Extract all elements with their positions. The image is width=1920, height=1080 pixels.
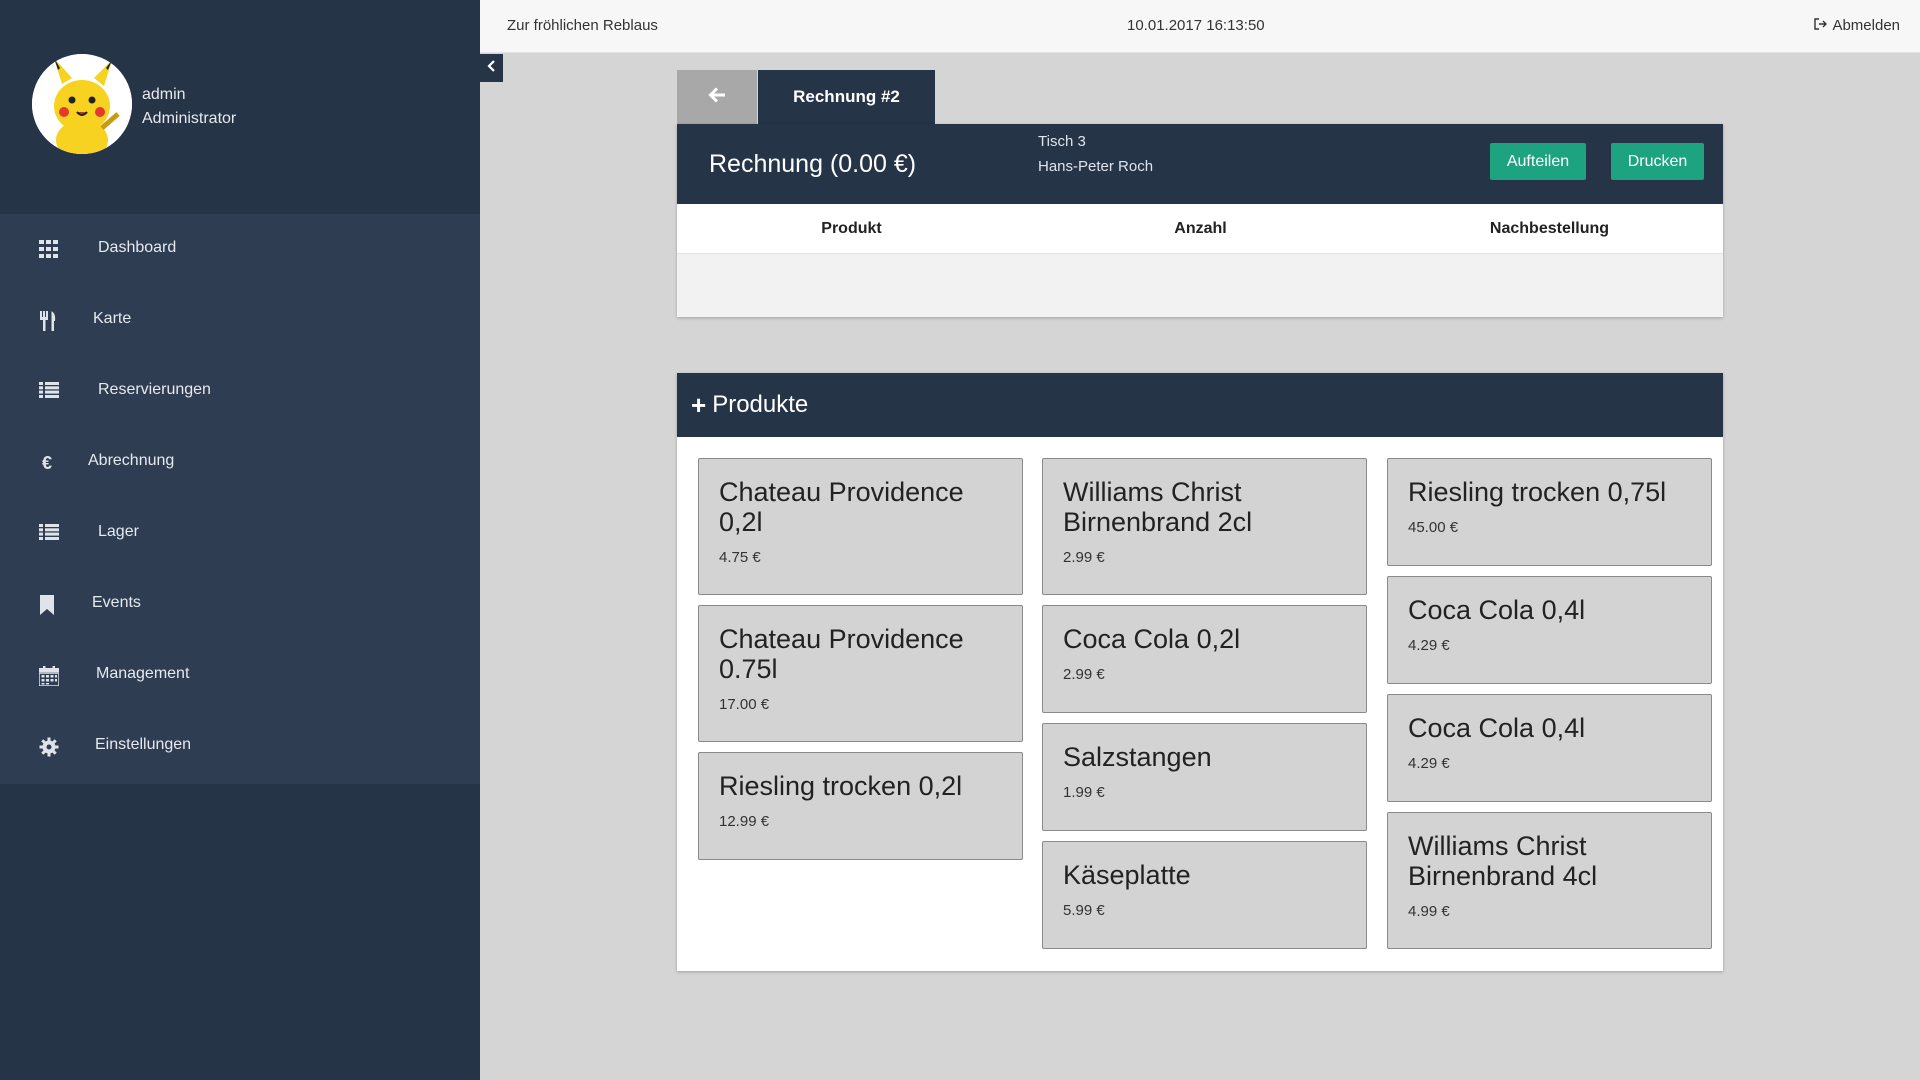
user-profile: admin Administrator [0,0,480,214]
product-card[interactable]: Riesling trocken 0,75l 45.00 € [1387,458,1712,566]
chevron-left-icon [486,59,497,77]
list-icon [39,382,61,402]
product-name: Riesling trocken 0,75l [1408,477,1667,507]
product-name: Coca Cola 0,2l [1063,624,1241,654]
sidebar-item-einstellungen[interactable]: Einstellungen [0,711,480,782]
logout-icon [1814,17,1828,34]
product-price: 5.99 € [1063,902,1105,919]
column-header-quantity: Anzahl [1174,220,1227,237]
products-header: + Produkte [677,373,1723,437]
sidebar-collapse-button[interactable] [480,54,503,82]
cutlery-icon [39,311,61,331]
invoice-table: Tisch 3 [1038,133,1086,150]
sidebar-item-label: Lager [98,523,139,540]
restaurant-name: Zur fröhlichen Reblaus [507,17,658,34]
user-role: Administrator [142,110,237,127]
product-card[interactable]: Coca Cola 0,4l 4.29 € [1387,694,1712,802]
top-bar: Zur fröhlichen Reblaus 10.01.2017 16:13:… [480,0,1920,53]
product-column: Williams Christ Birnenbrand 2cl 2.99 € C… [1042,458,1367,959]
euro-icon: € [41,453,52,473]
logout-button[interactable]: Abmelden [1814,17,1900,34]
logout-label: Abmelden [1832,17,1900,34]
list-icon [39,524,61,544]
sidebar-nav: Dashboard Karte Reservierungen € Abrechn… [0,214,480,784]
datetime: 10.01.2017 16:13:50 [1127,17,1265,34]
invoice-table-header: Produkt Anzahl Nachbestellung [677,204,1723,254]
tab-invoice[interactable]: Rechnung #2 [758,70,935,124]
sidebar-item-label: Reservierungen [98,381,211,398]
sidebar-item-label: Management [96,665,190,682]
product-column: Chateau Providence 0,2l 4.75 € Chateau P… [698,458,1023,870]
plus-icon: + [691,390,707,420]
product-card[interactable]: Williams Christ Birnenbrand 2cl 2.99 € [1042,458,1367,595]
product-name: Salzstangen [1063,742,1212,772]
invoice-header: Rechnung (0.00 €) Tisch 3 Hans-Peter Roc… [677,124,1723,204]
sidebar-item-label: Abrechnung [88,452,175,469]
product-price: 12.99 € [719,813,770,830]
calendar-icon [39,666,61,686]
split-button[interactable]: Aufteilen [1490,143,1586,180]
product-price: 4.29 € [1408,637,1450,654]
sidebar-item-label: Dashboard [98,239,177,256]
sidebar-item-label: Events [92,594,141,611]
product-price: 45.00 € [1408,519,1459,536]
products-panel: + Produkte Chateau Providence 0,2l 4.75 … [677,373,1723,971]
product-name: Coca Cola 0,4l [1408,713,1586,743]
sidebar-item-label: Einstellungen [95,736,192,753]
product-name: Coca Cola 0,4l [1408,595,1586,625]
bookmark-icon [39,595,61,615]
gear-icon [39,737,61,757]
sidebar-item-management[interactable]: Management [0,640,480,711]
product-card[interactable]: Williams Christ Birnenbrand 4cl 4.99 € [1387,812,1712,949]
arrow-left-icon [708,86,726,108]
product-name: Riesling trocken 0,2l [719,771,963,801]
invoice-panel: Rechnung (0.00 €) Tisch 3 Hans-Peter Roc… [677,124,1723,317]
sidebar-item-events[interactable]: Events [0,569,480,640]
product-name: Chateau Providence 0,2l [719,477,964,537]
sidebar-item-abrechnung[interactable]: € Abrechnung [0,427,480,498]
column-header-reorder: Nachbestellung [1489,220,1610,237]
product-card[interactable]: Coca Cola 0,4l 4.29 € [1387,576,1712,684]
product-name: Käseplatte [1063,860,1191,890]
user-name: admin [142,86,186,103]
product-name: Chateau Providence 0.75l [719,624,964,684]
product-card[interactable]: Coca Cola 0,2l 2.99 € [1042,605,1367,713]
products-title: Produkte [712,391,809,418]
print-button[interactable]: Drucken [1611,143,1704,180]
product-card[interactable]: Chateau Providence 0.75l 17.00 € [698,605,1023,742]
product-card[interactable]: Salzstangen 1.99 € [1042,723,1367,831]
sidebar-item-karte[interactable]: Karte [0,285,480,356]
sidebar-item-reservierungen[interactable]: Reservierungen [0,356,480,427]
sidebar-item-lager[interactable]: Lager [0,498,480,569]
product-price: 4.75 € [719,549,761,566]
product-name: Williams Christ Birnenbrand 2cl [1063,477,1253,537]
product-price: 4.99 € [1408,903,1450,920]
product-price: 1.99 € [1063,784,1105,801]
invoice-title: Rechnung (0.00 €) [709,150,917,178]
invoice-guest: Hans-Peter Roch [1038,158,1154,175]
grid-icon [39,240,61,260]
back-tab[interactable] [677,70,757,124]
avatar [32,54,132,154]
sidebar-item-label: Karte [93,310,132,327]
product-column: Riesling trocken 0,75l 45.00 € Coca Cola… [1387,458,1712,959]
product-name: Williams Christ Birnenbrand 4cl [1408,831,1598,891]
sidebar-item-dashboard[interactable]: Dashboard [0,214,480,285]
product-card[interactable]: Käseplatte 5.99 € [1042,841,1367,949]
sidebar: admin Administrator Dashboard Karte Rese… [0,0,480,1080]
product-card[interactable]: Riesling trocken 0,2l 12.99 € [698,752,1023,860]
product-price: 2.99 € [1063,666,1105,683]
pikachu-avatar-icon [32,54,132,154]
product-price: 2.99 € [1063,549,1105,566]
product-price: 4.29 € [1408,755,1450,772]
column-header-product: Produkt [821,220,882,237]
product-card[interactable]: Chateau Providence 0,2l 4.75 € [698,458,1023,595]
product-price: 17.00 € [719,696,770,713]
